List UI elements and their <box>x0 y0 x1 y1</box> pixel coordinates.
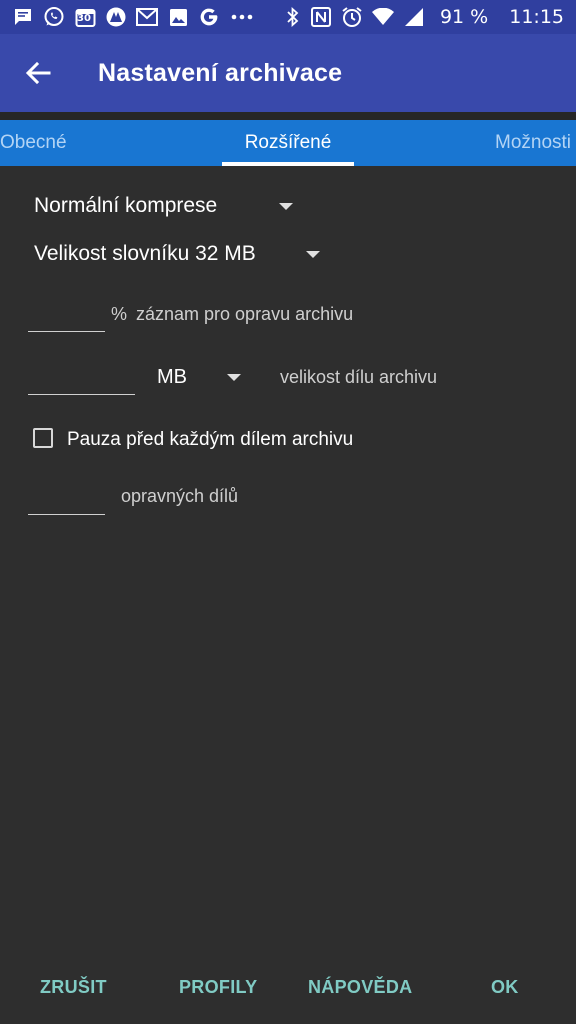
bluetooth-icon <box>285 6 301 28</box>
dropdown-arrow-icon <box>279 202 294 210</box>
gmail-icon <box>136 6 158 28</box>
cancel-button[interactable]: ZRUŠIT <box>40 960 107 1014</box>
signal-icon <box>403 6 425 28</box>
page-title: Nastavení archivace <box>98 58 343 87</box>
tab-options[interactable]: Možnosti <box>495 120 571 166</box>
recovery-volumes-input[interactable] <box>28 480 105 514</box>
fitness-icon <box>105 6 127 28</box>
dictionary-size-value: Velikost slovníku 32 MB <box>34 242 256 265</box>
tab-advanced[interactable]: Rozšířené <box>222 120 354 166</box>
pause-checkbox[interactable] <box>33 428 53 448</box>
alarm-icon <box>341 6 363 28</box>
compression-dropdown[interactable]: Normální komprese <box>34 190 294 222</box>
system-icons: 91 % 11:15 <box>285 6 564 28</box>
dialog-button-bar: ZRUŠIT PROFILY NÁPOVĚDA OK <box>0 960 576 1014</box>
calendar-icon: 30 <box>74 6 96 28</box>
wifi-icon <box>371 6 394 28</box>
google-icon <box>198 6 220 28</box>
more-dots-icon <box>229 6 255 28</box>
arrow-back-icon <box>25 61 51 85</box>
recovery-percent-input[interactable] <box>28 298 105 331</box>
pause-checkbox-label[interactable]: Pauza před každým dílem archivu <box>67 429 353 451</box>
message-icon <box>12 6 34 28</box>
calendar-day: 30 <box>77 13 91 24</box>
app-bar-shadow <box>0 112 576 120</box>
volume-unit-value: MB <box>157 365 187 388</box>
volume-size-input[interactable] <box>28 360 135 394</box>
dictionary-size-dropdown[interactable]: Velikost slovníku 32 MB <box>34 238 320 270</box>
recovery-percent-unit: % <box>111 304 128 324</box>
app-bar: Nastavení archivace <box>0 34 576 112</box>
tab-general[interactable]: Obecné <box>0 120 67 166</box>
recovery-percent-underline <box>28 331 105 332</box>
whatsapp-icon <box>43 6 65 28</box>
back-button[interactable] <box>0 34 78 112</box>
recovery-volumes-underline <box>28 514 105 515</box>
compression-value: Normální komprese <box>34 194 218 217</box>
photos-icon <box>167 6 189 28</box>
profiles-button[interactable]: PROFILY <box>179 960 257 1014</box>
volume-size-label: velikost dílu archivu <box>280 367 438 387</box>
status-bar: 30 91 % 11:15 <box>0 0 576 34</box>
dropdown-arrow-icon <box>227 373 241 381</box>
notification-icons: 30 <box>12 6 255 28</box>
battery-level: 91 % <box>439 6 489 28</box>
ok-button[interactable]: OK <box>491 960 519 1014</box>
clock: 11:15 <box>509 6 564 28</box>
help-button[interactable]: NÁPOVĚDA <box>308 960 412 1014</box>
tab-selected-indicator <box>222 162 354 166</box>
recovery-record-label: záznam pro opravu archivu <box>136 304 354 324</box>
nfc-icon <box>310 6 332 28</box>
volume-size-underline <box>28 394 135 395</box>
dropdown-arrow-icon <box>305 250 320 258</box>
recovery-volumes-label: opravných dílů <box>121 486 239 506</box>
tab-bar: Obecné Rozšířené Možnosti <box>0 120 576 166</box>
volume-unit-dropdown[interactable]: MB <box>157 362 241 392</box>
